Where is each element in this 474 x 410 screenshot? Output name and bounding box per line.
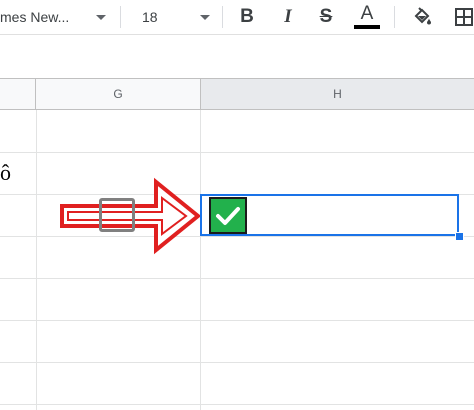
grid-line [36, 110, 37, 410]
toolbar-separator [120, 6, 121, 28]
font-family-caret-icon[interactable] [96, 15, 106, 20]
column-header-h[interactable]: H [201, 78, 474, 110]
font-size-select[interactable]: 18 [128, 3, 216, 31]
grid-line [0, 278, 474, 279]
fill-color-button[interactable] [408, 4, 436, 30]
italic-button[interactable]: I [274, 4, 302, 30]
grid-line [0, 362, 474, 363]
column-header-label: G [113, 87, 123, 101]
strikethrough-icon: S [319, 6, 333, 27]
grid-line [0, 152, 474, 153]
column-header-f[interactable] [0, 78, 36, 110]
formula-bar-area [0, 34, 474, 81]
font-size-caret-icon[interactable] [200, 15, 210, 20]
cell-f-text: ô [0, 160, 11, 185]
font-family-select[interactable]: mes New... [0, 3, 112, 31]
borders-button[interactable] [450, 4, 474, 30]
checkbox-g-unchecked[interactable] [99, 198, 135, 232]
column-header-g[interactable]: G [36, 78, 201, 110]
italic-icon: I [284, 6, 292, 27]
formatting-toolbar: mes New... 18 B I S A [0, 0, 474, 34]
borders-icon [455, 8, 473, 26]
grid-line [200, 110, 201, 410]
checkmark-icon [216, 206, 240, 225]
text-color-icon: A [360, 3, 374, 24]
grid-line [0, 320, 474, 321]
fill-handle[interactable] [455, 232, 464, 241]
text-color-swatch [354, 25, 380, 29]
bold-button[interactable]: B [233, 4, 261, 30]
paint-bucket-icon [414, 7, 431, 25]
checkbox-h-checked[interactable] [209, 197, 247, 234]
grid-line [0, 404, 474, 405]
toolbar-separator [394, 6, 395, 28]
column-header-label: H [333, 87, 342, 101]
cell-grid[interactable] [0, 110, 474, 410]
bold-icon: B [240, 6, 254, 27]
text-color-button[interactable]: A [353, 4, 381, 30]
strikethrough-button[interactable]: S [312, 4, 340, 30]
font-size-value: 18 [142, 9, 158, 25]
toolbar-separator [222, 6, 223, 28]
font-family-value: mes New... [0, 9, 70, 25]
